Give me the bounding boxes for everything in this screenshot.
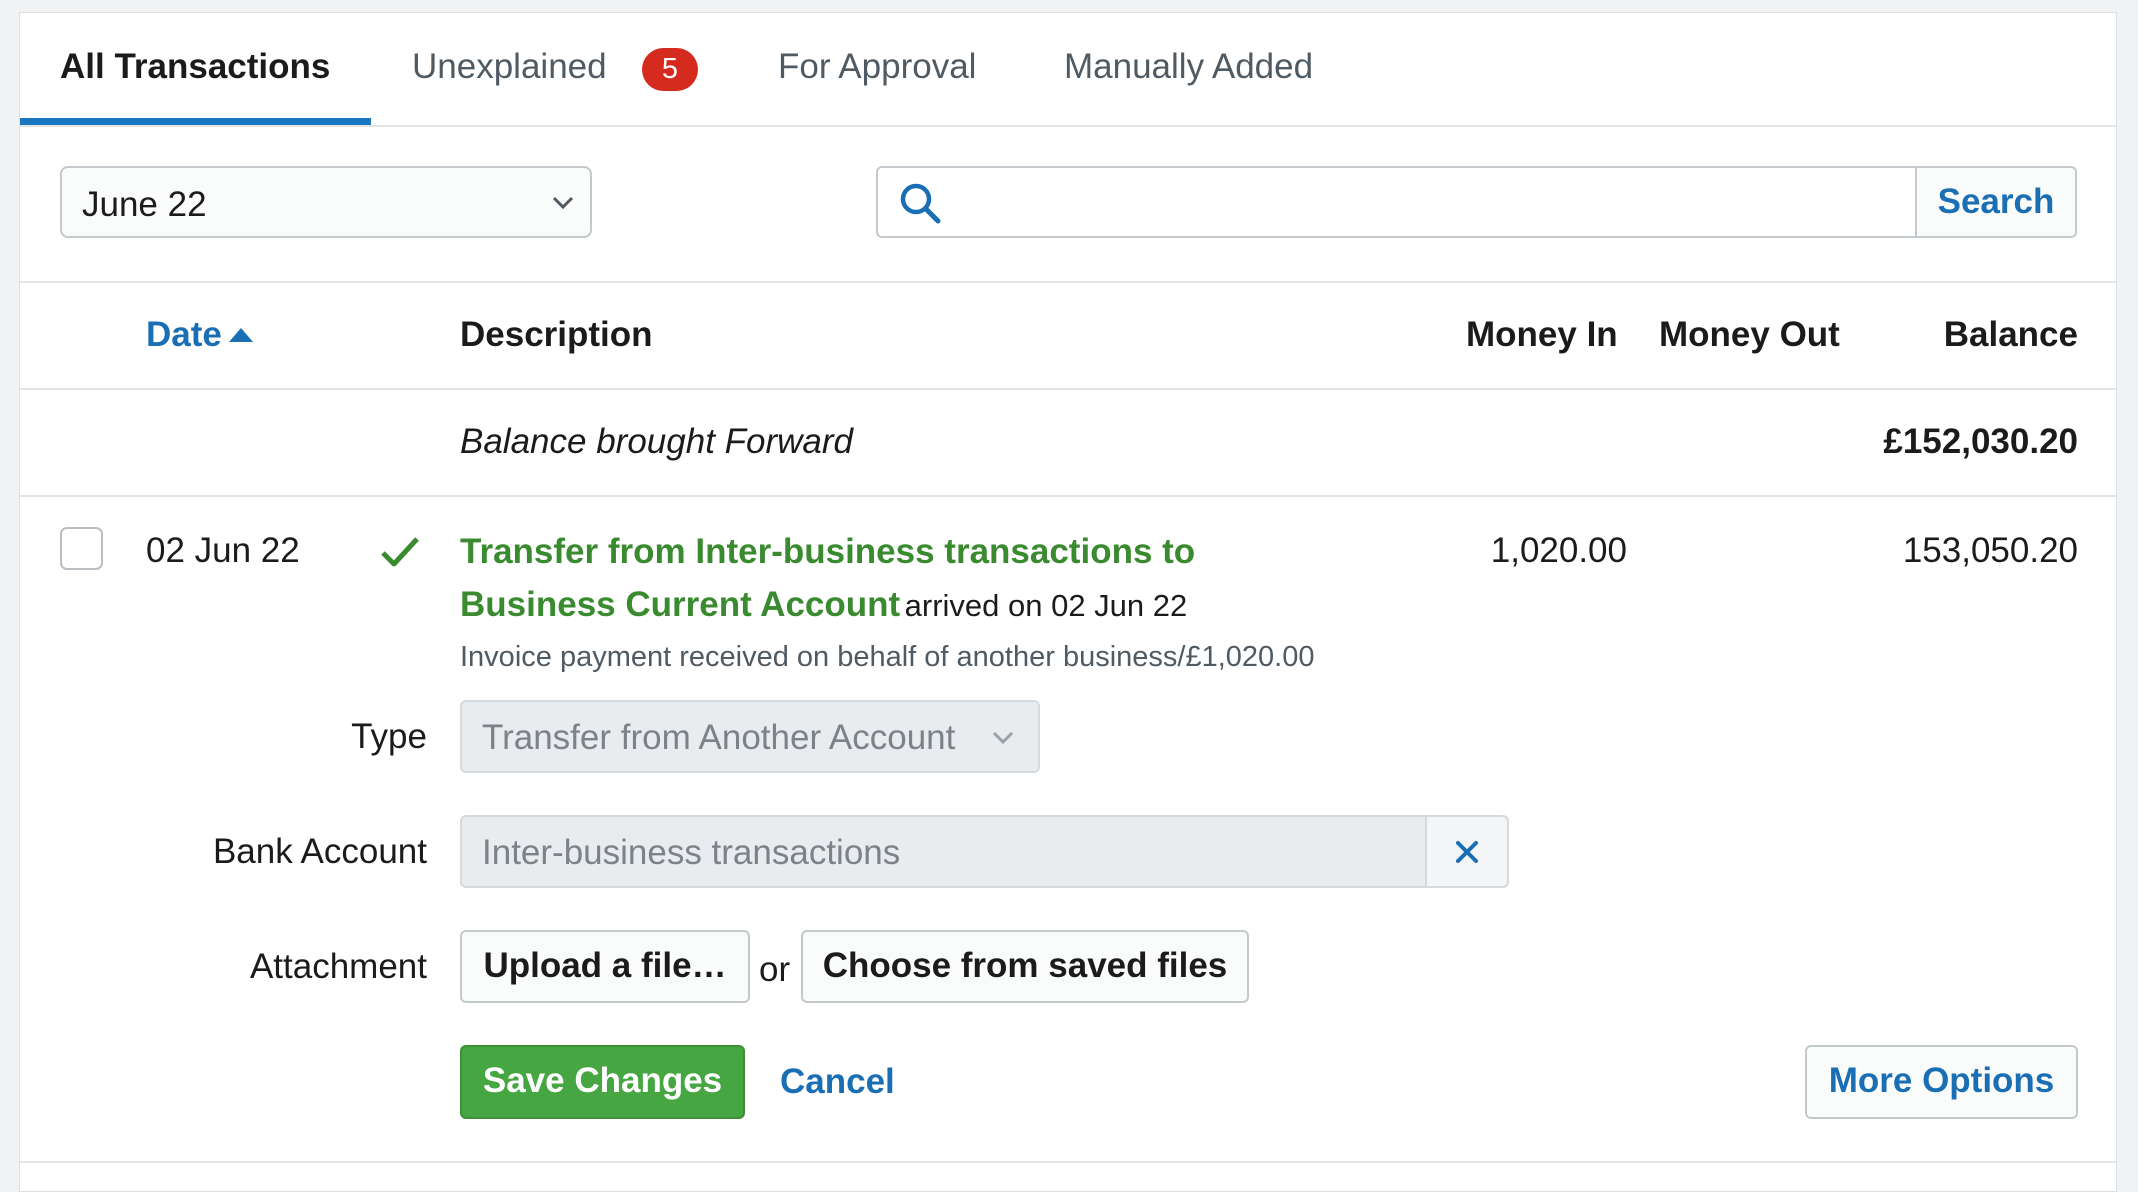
sort-ascending-icon — [228, 328, 253, 342]
bank-account-field[interactable]: Inter-business transactions — [460, 815, 1509, 888]
chevron-down-icon — [552, 196, 574, 210]
tab-all-transactions[interactable]: All Transactions — [60, 47, 330, 87]
upload-file-button[interactable]: Upload a file… — [460, 930, 750, 1003]
transaction-arrived-text: arrived on 02 Jun 22 — [904, 588, 1188, 623]
unexplained-count-badge: 5 — [642, 48, 698, 91]
clear-bank-account-button[interactable] — [1427, 817, 1507, 886]
column-header-balance: Balance — [1943, 315, 2078, 354]
bank-account-value: Inter-business transactions — [482, 833, 901, 872]
balance-forward-label: Balance brought Forward — [460, 422, 853, 461]
column-header-date[interactable]: Date — [146, 315, 254, 355]
column-header-date-label: Date — [146, 315, 222, 354]
type-select[interactable]: Transfer from Another Account — [460, 700, 1040, 773]
or-text: or — [759, 950, 791, 989]
tab-unexplained[interactable]: Unexplained — [412, 47, 607, 87]
divider — [20, 281, 2116, 283]
transaction-date: 02 Jun 22 — [146, 531, 300, 570]
divider — [20, 495, 2116, 497]
search-input[interactable] — [962, 176, 1906, 230]
transaction-description: Transfer from Inter-business transaction… — [460, 529, 1360, 635]
balance-forward-amount: £152,030.20 — [1883, 422, 2078, 461]
tab-bar: All Transactions Unexplained 5 For Appro… — [20, 13, 2116, 127]
period-select-value: June 22 — [82, 185, 207, 224]
attachment-label: Attachment — [249, 947, 427, 986]
row-select-checkbox[interactable] — [60, 527, 103, 570]
column-header-description: Description — [460, 315, 653, 354]
transactions-panel: All Transactions Unexplained 5 For Appro… — [19, 12, 2117, 1192]
save-changes-button[interactable]: Save Changes — [460, 1045, 745, 1119]
search-icon — [900, 183, 941, 224]
chevron-down-icon — [992, 731, 1014, 745]
checkmark-icon — [381, 537, 419, 567]
period-select[interactable]: June 22 — [60, 166, 592, 238]
close-icon — [1456, 841, 1478, 863]
transaction-money-in: 1,020.00 — [1490, 531, 1627, 570]
divider — [20, 388, 2116, 390]
column-header-money-in: Money In — [1466, 315, 1618, 354]
transaction-note: Invoice payment received on behalf of an… — [460, 641, 1315, 673]
tab-manually-added[interactable]: Manually Added — [1064, 47, 1313, 87]
active-tab-indicator — [20, 118, 371, 125]
type-label: Type — [351, 717, 427, 756]
cancel-link[interactable]: Cancel — [780, 1062, 895, 1102]
more-options-button[interactable]: More Options — [1805, 1045, 2078, 1119]
bank-account-label: Bank Account — [212, 832, 427, 871]
type-select-value: Transfer from Another Account — [482, 718, 956, 757]
search-box: Search — [876, 166, 2077, 238]
column-header-money-out: Money Out — [1659, 315, 1840, 354]
tab-for-approval[interactable]: For Approval — [778, 47, 976, 87]
divider — [20, 1161, 2116, 1163]
choose-saved-files-button[interactable]: Choose from saved files — [801, 930, 1249, 1003]
transaction-balance: 153,050.20 — [1902, 531, 2078, 570]
search-button[interactable]: Search — [1915, 168, 2075, 236]
